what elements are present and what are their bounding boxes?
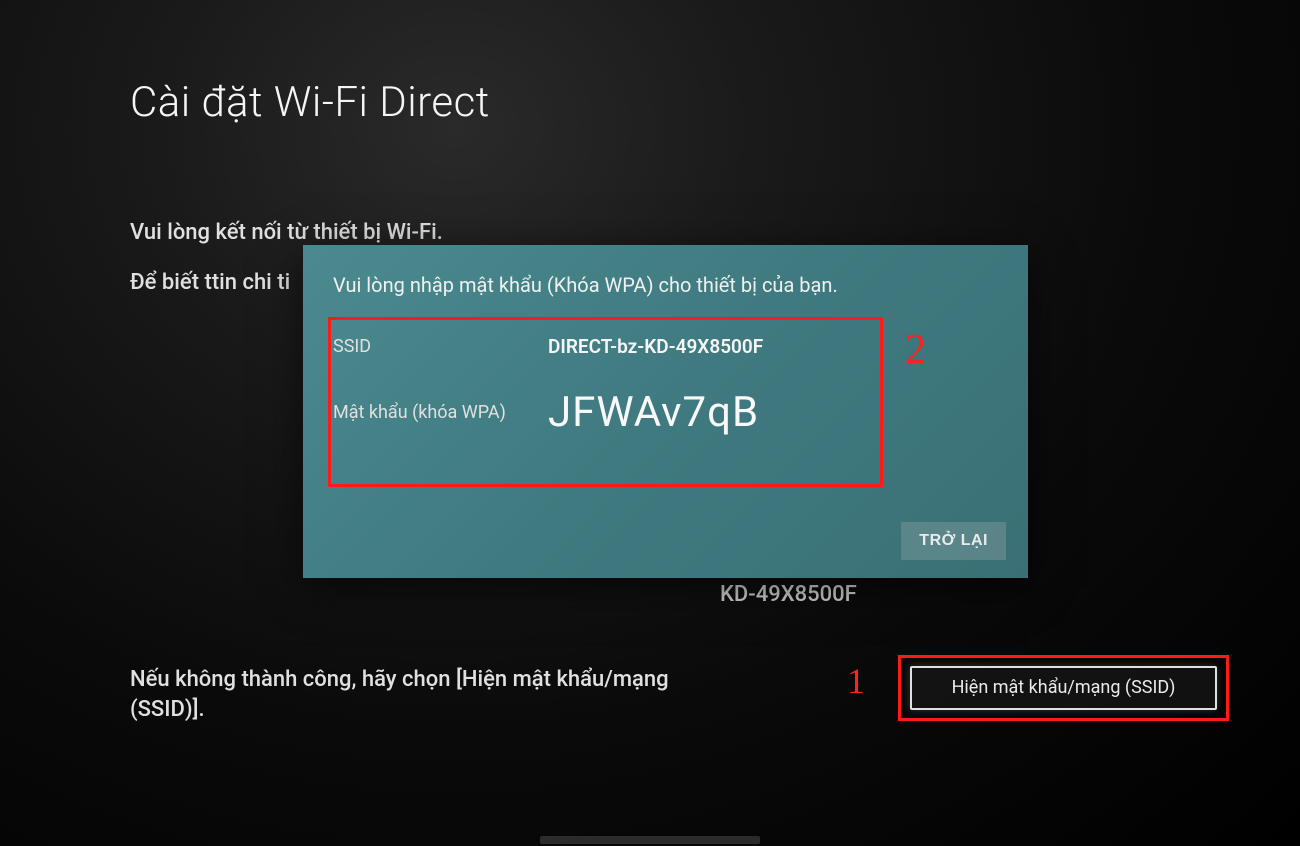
page-title: Cài đặt Wi-Fi Direct	[130, 78, 490, 127]
password-dialog: Vui lòng nhập mật khẩu (Khóa WPA) cho th…	[303, 245, 1028, 578]
password-label: Mật khẩu (khóa WPA)	[333, 402, 548, 423]
instruction-line-1: Vui lòng kết nối từ thiết bị Wi-Fi.	[130, 220, 443, 245]
ssid-label: SSID	[333, 336, 548, 357]
password-row: Mật khẩu (khóa WPA) JFWAv7qB	[333, 388, 998, 437]
bottom-indicator	[540, 836, 760, 844]
annotation-marker-2: 2	[905, 326, 926, 374]
show-password-ssid-button[interactable]: Hiện mật khẩu/mạng (SSID)	[910, 666, 1217, 710]
dialog-title: Vui lòng nhập mật khẩu (Khóa WPA) cho th…	[333, 273, 998, 297]
instruction-line-2: Để biết ttin chi ti	[130, 270, 290, 295]
annotation-marker-1: 1	[847, 660, 865, 702]
password-value: JFWAv7qB	[548, 388, 759, 437]
back-button[interactable]: TRỞ LẠI	[901, 522, 1006, 560]
ssid-value: DIRECT-bz-KD-49X8500F	[548, 335, 763, 358]
device-name: KD-49X8500F	[720, 582, 857, 607]
fallback-instruction: Nếu không thành công, hãy chọn [Hiện mật…	[130, 665, 720, 724]
ssid-row: SSID DIRECT-bz-KD-49X8500F	[333, 335, 998, 358]
